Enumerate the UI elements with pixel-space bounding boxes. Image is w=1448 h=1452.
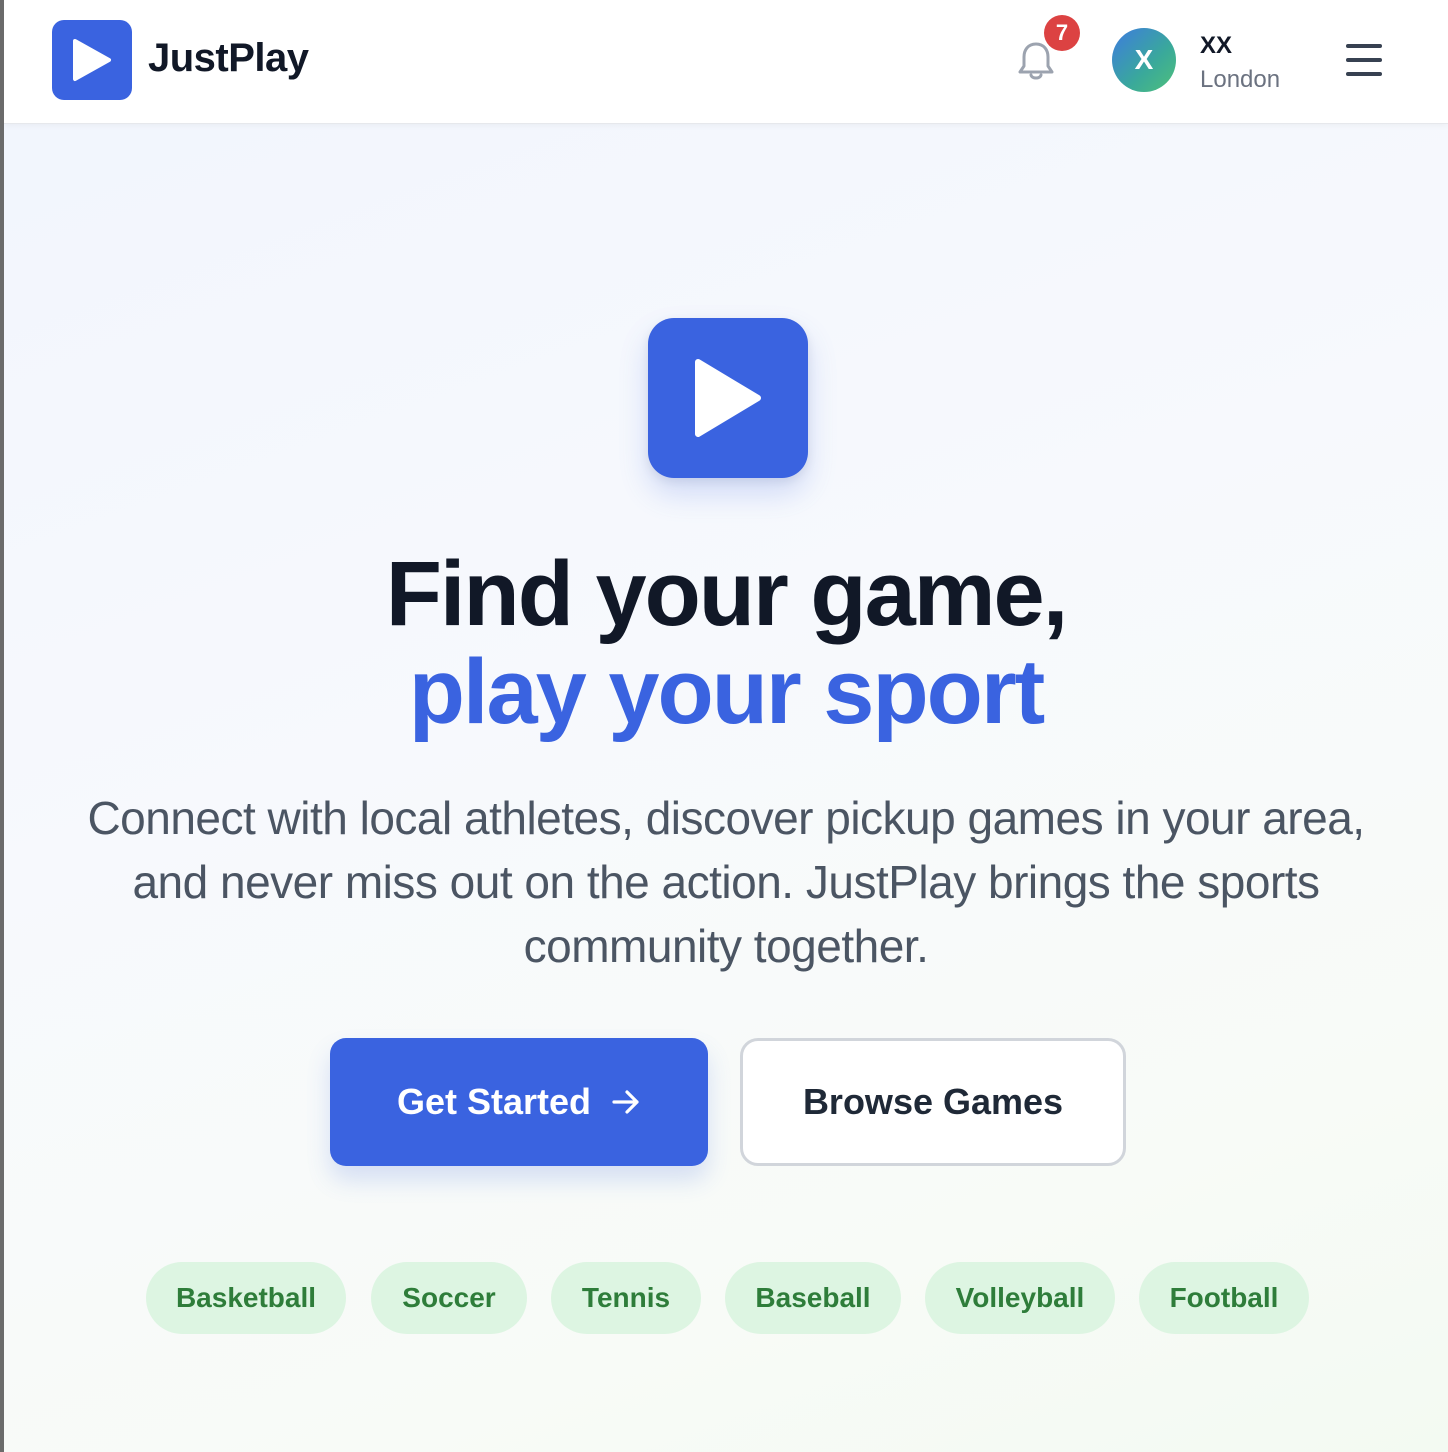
get-started-label: Get Started	[396, 1081, 592, 1122]
sport-chip-soccer[interactable]: Soccer	[371, 1262, 527, 1334]
sport-chip-basketball[interactable]: Basketball	[146, 1262, 346, 1334]
user-name: XX	[1200, 32, 1233, 59]
menu-bar	[1346, 72, 1382, 76]
sport-chip-tennis[interactable]: Tennis	[551, 1262, 701, 1334]
notification-count-badge: 7	[1044, 15, 1080, 51]
app-window: JustPlay 7 X XX London Find your game, p…	[0, 0, 1448, 1452]
menu-bar	[1346, 58, 1382, 62]
play-icon	[73, 39, 111, 81]
sport-chip-baseball[interactable]: Baseball	[725, 1262, 901, 1334]
user-location: London	[1200, 66, 1281, 93]
logo[interactable]	[52, 20, 132, 100]
play-icon	[695, 359, 761, 437]
top-navbar: JustPlay 7 X XX London	[4, 0, 1448, 124]
get-started-button[interactable]: Get Started	[330, 1038, 708, 1166]
headline-primary: Find your game,	[385, 543, 1069, 645]
hero-logo	[648, 318, 808, 478]
hero-description: Connect with local athletes, discover pi…	[87, 792, 1365, 972]
arrow-right-icon	[612, 1090, 639, 1114]
browse-games-button[interactable]: Browse Games	[740, 1038, 1126, 1166]
brand-name[interactable]: JustPlay	[148, 36, 309, 81]
hamburger-menu-icon[interactable]	[1344, 40, 1384, 80]
menu-bar	[1346, 44, 1382, 48]
headline-accent: play your sport	[408, 641, 1046, 743]
sport-chip-volleyball[interactable]: Volleyball	[925, 1262, 1115, 1334]
sport-chip-football[interactable]: Football	[1139, 1262, 1309, 1334]
user-avatar[interactable]: X	[1112, 28, 1176, 92]
